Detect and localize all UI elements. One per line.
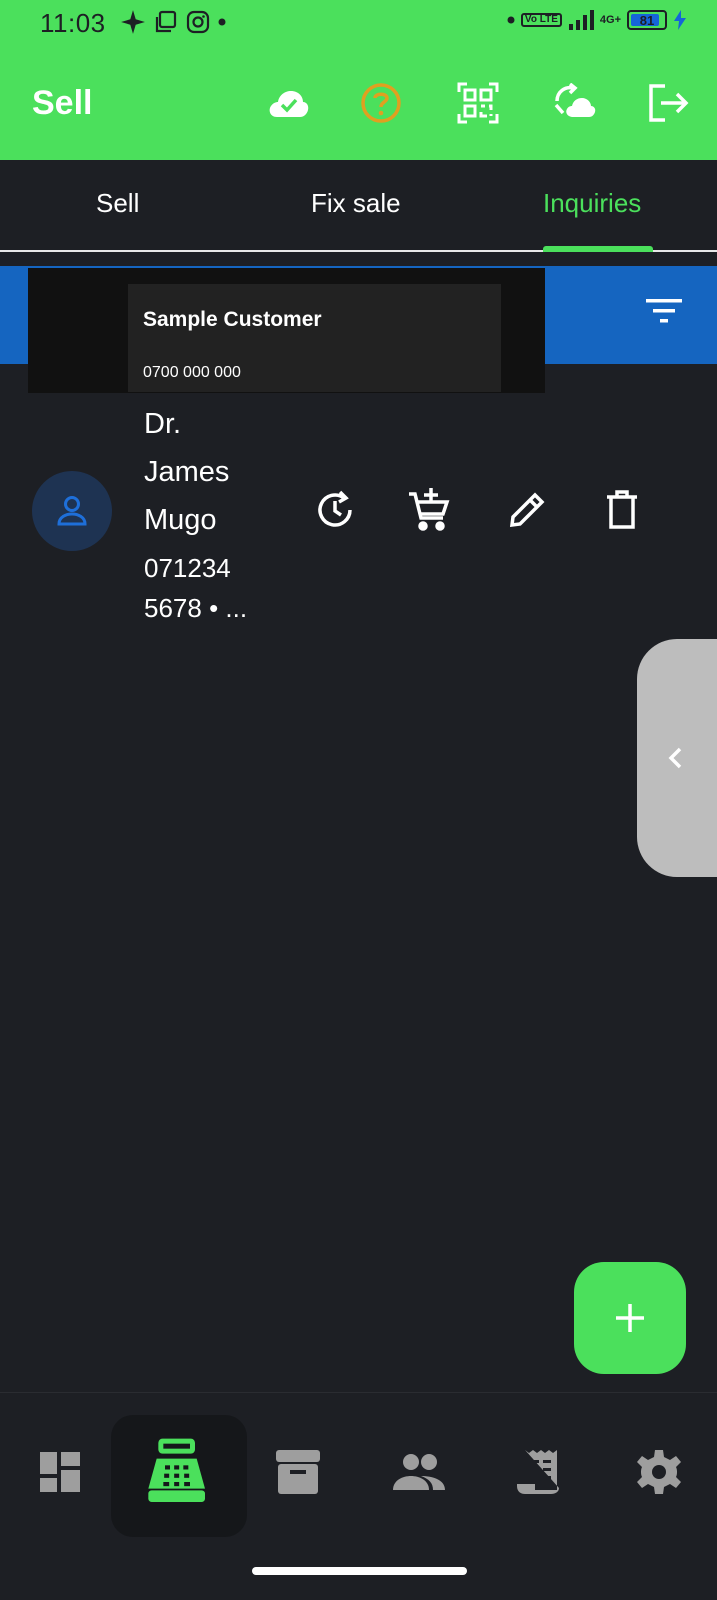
list-item-phone-line1: 071234 <box>144 553 231 583</box>
instagram-icon <box>186 10 210 34</box>
status-system-icons: Vo LTE 4G+ 81 <box>507 10 687 30</box>
customer-suggestion-popup[interactable]: Sample Customer 0700 000 000 <box>28 268 545 393</box>
network-type: 4G+ <box>599 14 621 26</box>
cloud-sync-icon[interactable] <box>553 81 597 125</box>
plus-icon <box>616 1304 644 1332</box>
people-icon[interactable] <box>384 1437 454 1507</box>
signal-icon <box>568 10 594 30</box>
help-icon[interactable] <box>359 81 403 125</box>
home-indicator <box>252 1567 467 1575</box>
app-bar: 11:03 Vo LTE 4G+ 81 Sell <box>0 0 717 160</box>
edit-icon[interactable] <box>503 486 551 534</box>
customer-name: Sample Customer <box>143 308 322 331</box>
list-item-name[interactable]: Dr. James Mugo <box>144 400 264 544</box>
status-bar: 11:03 Vo LTE 4G+ 81 <box>0 0 717 50</box>
charging-icon <box>674 10 686 30</box>
battery-indicator: 81 <box>627 10 667 30</box>
logout-icon[interactable] <box>646 81 690 125</box>
tab-fix-sale[interactable]: Fix sale <box>311 188 401 219</box>
tab-indicator <box>543 246 653 252</box>
dashboard-icon[interactable] <box>25 1437 95 1507</box>
battery-level: 81 <box>639 12 655 28</box>
settings-icon[interactable] <box>624 1437 694 1507</box>
archive-icon[interactable] <box>263 1437 333 1507</box>
page-title: Sell <box>32 84 93 122</box>
list-item-phone[interactable]: 071234 5678 • ... <box>144 548 284 628</box>
status-notification-icons <box>120 9 226 35</box>
person-icon <box>57 496 87 526</box>
chevron-left-icon <box>668 747 682 769</box>
qr-scan-icon[interactable] <box>456 81 500 125</box>
receipt-icon[interactable] <box>503 1437 573 1507</box>
volte-badge: Vo LTE <box>520 13 562 27</box>
tab-sell[interactable]: Sell <box>96 188 139 219</box>
cash-register-icon[interactable] <box>145 1437 215 1507</box>
delete-icon[interactable] <box>598 486 646 534</box>
avatar <box>32 471 112 551</box>
tab-bar: Sell Fix sale Inquiries <box>0 160 717 252</box>
tab-inquiries[interactable]: Inquiries <box>543 188 641 219</box>
customer-phone: 0700 000 000 <box>143 364 241 381</box>
dot-icon <box>218 18 226 26</box>
copy-icon <box>155 10 177 33</box>
history-icon[interactable] <box>311 486 359 534</box>
dot-icon <box>507 16 515 24</box>
add-button[interactable] <box>574 1262 686 1374</box>
filter-icon[interactable] <box>639 286 689 336</box>
cloud-check-icon[interactable] <box>266 81 310 125</box>
list-item-phone-line2: 5678 • ... <box>144 593 248 623</box>
status-time: 11:03 <box>40 8 106 38</box>
sparkle-icon <box>121 10 145 34</box>
add-to-cart-icon[interactable] <box>405 486 453 534</box>
side-drawer-handle[interactable] <box>637 639 717 877</box>
